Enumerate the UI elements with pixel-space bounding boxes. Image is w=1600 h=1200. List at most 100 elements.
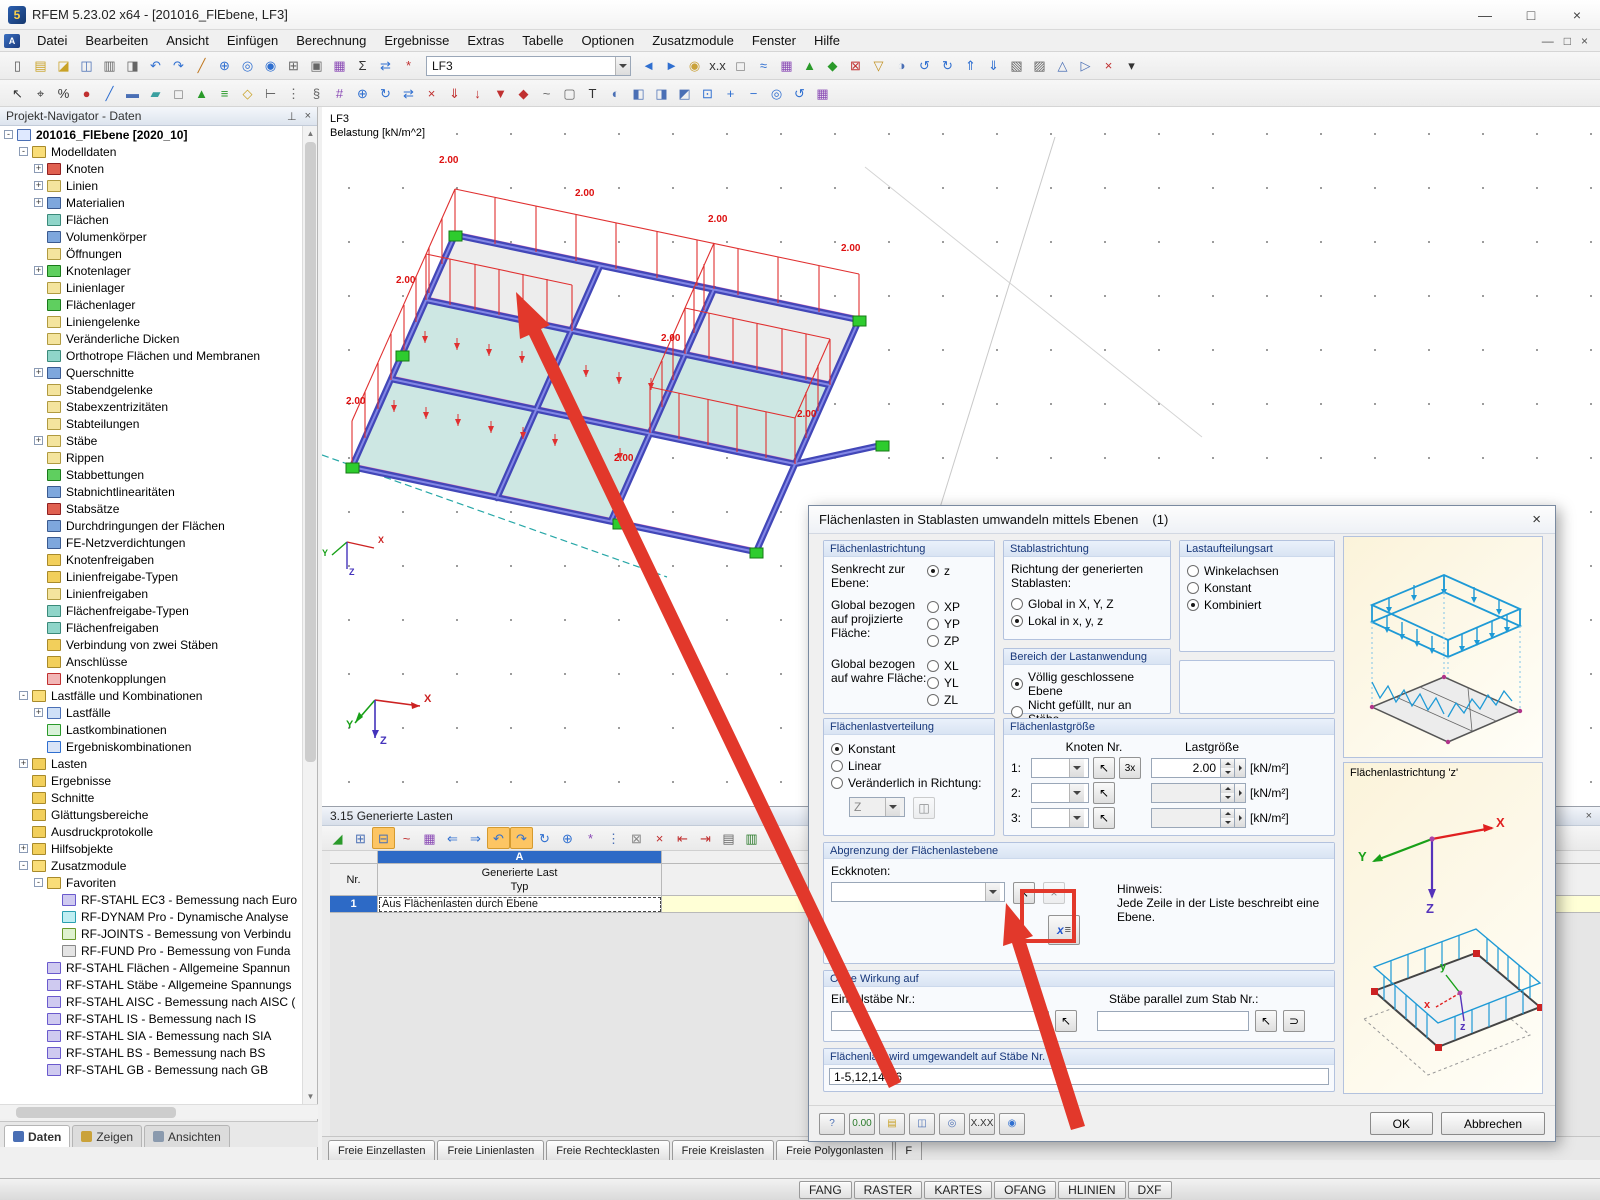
radio-member-load-direction[interactable]: Global in X, Y, Z (1011, 595, 1163, 612)
tree-expander[interactable] (34, 351, 43, 360)
snap-toggle-button[interactable]: KARTES (924, 1180, 993, 1199)
tree-item[interactable]: RF-STAHL EC3 - Bemessung nach Euro (0, 891, 302, 908)
copy-icon[interactable]: ⊕ (351, 82, 374, 104)
tree-expander[interactable] (34, 640, 43, 649)
radio-load-distribution[interactable]: Veränderlich in Richtung: (831, 774, 987, 791)
tab-daten[interactable]: Daten (4, 1125, 71, 1147)
tree-expander[interactable] (34, 657, 43, 666)
radio-true-axis[interactable]: YL (927, 674, 959, 691)
tree-expander[interactable] (34, 623, 43, 632)
snap-icon[interactable]: ⌖ (29, 82, 52, 104)
next-table-icon[interactable]: ⇒ (464, 827, 487, 849)
tree-expander[interactable] (19, 776, 28, 785)
tree-item[interactable]: RF-STAHL SIA - Bemessung nach SIA (0, 1027, 302, 1044)
zoom-plus-icon[interactable]: + (719, 82, 742, 104)
transfer-icon[interactable]: ⇄ (374, 55, 397, 77)
tree-item[interactable]: Stabexzentrizitäten (0, 398, 302, 415)
tree-item[interactable]: Rippen (0, 449, 302, 466)
radio-member-load-direction[interactable]: Lokal in x, y, z (1011, 612, 1163, 629)
tree-item[interactable]: Stabendgelenke (0, 381, 302, 398)
radio-load-distribution[interactable]: Konstant (831, 740, 987, 757)
tree-expander[interactable] (34, 555, 43, 564)
save-settings-icon[interactable]: ◫ (909, 1112, 935, 1135)
work-plane-icon[interactable]: ▦ (811, 82, 834, 104)
tree-item[interactable]: - 201016_FlEbene [2020_10] (0, 126, 302, 143)
next-loadcase-icon[interactable]: ► (660, 55, 683, 77)
close-icon[interactable]: × (305, 110, 311, 123)
tree-expander[interactable] (34, 742, 43, 751)
scroll-down-icon[interactable]: ▼ (303, 1089, 318, 1104)
zoom-window-icon[interactable]: ⊡ (696, 82, 719, 104)
dialog-titlebar[interactable]: Flächenlasten in Stablasten umwandeln mi… (809, 506, 1555, 534)
pick-node2-button[interactable]: ↖ (1093, 782, 1115, 804)
maximize-button[interactable]: □ (1508, 0, 1554, 30)
close-button[interactable]: × (1554, 0, 1600, 30)
tree-item[interactable]: Stabbettungen (0, 466, 302, 483)
tree-item[interactable]: Knotenfreigaben (0, 551, 302, 568)
close-icon[interactable]: × (1586, 810, 1592, 822)
pick-members-button[interactable]: ↖ (1055, 1010, 1077, 1032)
text-comment-icon[interactable]: T (581, 82, 604, 104)
tree-expander[interactable] (34, 521, 43, 530)
nodal-support-icon[interactable]: ▲ (190, 82, 213, 104)
radio-load-distribution-type[interactable]: Kombiniert (1187, 596, 1327, 613)
tree-item[interactable]: - Modelldaten (0, 143, 302, 160)
tree-item[interactable]: + Lasten (0, 755, 302, 772)
save-icon[interactable]: ◫ (75, 55, 98, 77)
excel-icon[interactable]: ▥ (740, 827, 763, 849)
pick-3-nodes-button[interactable]: 3x (1119, 757, 1141, 779)
check-icon[interactable]: ◆ (821, 55, 844, 77)
tree-expander[interactable]: + (34, 266, 43, 275)
tree-item[interactable]: Stabsätze (0, 500, 302, 517)
corner-nodes-combo[interactable] (831, 882, 1005, 902)
delete-icon[interactable]: × (420, 82, 443, 104)
eccentricity-icon[interactable]: ⊢ (259, 82, 282, 104)
tree-item[interactable]: Liniengelenke (0, 313, 302, 330)
calculate-icon[interactable]: ▲ (798, 55, 821, 77)
tree-item[interactable]: Linienfreigaben (0, 585, 302, 602)
minimize-button[interactable]: — (1462, 0, 1508, 30)
tree-expander[interactable] (34, 487, 43, 496)
menu-item[interactable]: Optionen (572, 31, 643, 50)
node3-combo[interactable] (1031, 808, 1089, 828)
pick-corner-nodes-button[interactable]: ↖ (1013, 882, 1035, 904)
mirror-icon[interactable]: ⇄ (397, 82, 420, 104)
tree-item[interactable]: Ergebnisse (0, 772, 302, 789)
tree-item[interactable]: + Knotenlager (0, 262, 302, 279)
division-icon[interactable]: ⋮ (282, 82, 305, 104)
table-follow-icon[interactable]: ⊟ (372, 827, 395, 849)
tree-expander[interactable] (34, 606, 43, 615)
grid-percent-icon[interactable]: % (52, 82, 75, 104)
previous-view-icon[interactable]: ↺ (788, 82, 811, 104)
redo-icon[interactable]: ↷ (167, 55, 190, 77)
tree-item[interactable]: Flächenfreigabe-Typen (0, 602, 302, 619)
new-file-icon[interactable]: ▯ (6, 55, 29, 77)
sync-graphic-icon[interactable]: ◢ (326, 827, 349, 849)
tree-item[interactable]: Stabteilungen (0, 415, 302, 432)
export-icon[interactable]: ⇥ (694, 827, 717, 849)
view-x-icon[interactable]: ◧ (627, 82, 650, 104)
pen-icon[interactable]: ╱ (190, 55, 213, 77)
tree-item[interactable]: + Linien (0, 177, 302, 194)
menu-item[interactable]: Ergebnisse (375, 31, 458, 50)
tab-ansichten[interactable]: Ansichten (144, 1125, 230, 1147)
radio-application-area[interactable]: Völlig geschlossene Ebene (1011, 670, 1163, 698)
tree-item[interactable]: RF-STAHL BS - Bemessung nach BS (0, 1044, 302, 1061)
tree-expander[interactable]: - (19, 861, 28, 870)
tree-expander[interactable] (34, 1048, 43, 1057)
tree-expander[interactable] (34, 317, 43, 326)
eye-icon[interactable]: ◉ (999, 1112, 1025, 1135)
mdi-restore-button[interactable]: □ (1564, 34, 1571, 48)
tree-item[interactable]: Flächen (0, 211, 302, 228)
tree-expander[interactable] (34, 453, 43, 462)
tree-item[interactable]: Linienlager (0, 279, 302, 296)
table-insert-icon[interactable]: ⊞ (349, 827, 372, 849)
edit-cell-icon[interactable]: * (579, 827, 602, 849)
tree-expander[interactable] (34, 402, 43, 411)
ok-button[interactable]: OK (1369, 1112, 1433, 1135)
filter-table-icon[interactable]: ▦ (418, 827, 441, 849)
isometric-icon[interactable]: △ (1051, 55, 1074, 77)
nodal-load-icon[interactable]: ⇓ (443, 82, 466, 104)
tree-expander[interactable] (49, 946, 58, 955)
table-tab[interactable]: Freie Rechtecklasten (546, 1140, 670, 1160)
